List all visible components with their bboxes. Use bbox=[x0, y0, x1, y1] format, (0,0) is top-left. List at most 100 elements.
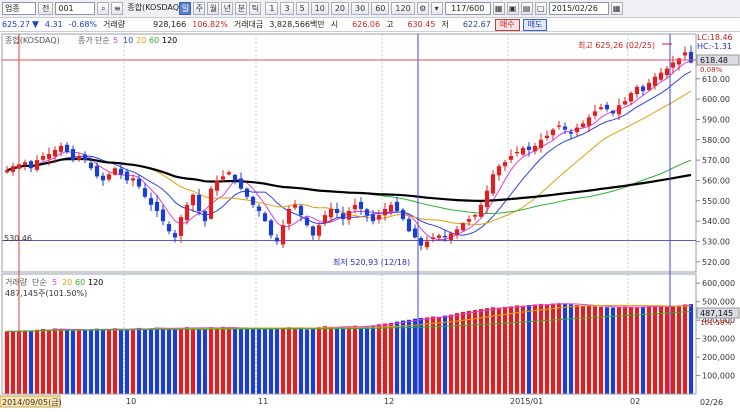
tab-year[interactable]: 년 bbox=[221, 2, 234, 15]
tick-icon[interactable]: ▾ bbox=[430, 2, 443, 15]
volume-bar bbox=[154, 327, 160, 394]
ma60-legend: 60 bbox=[149, 36, 159, 45]
volume-bar bbox=[484, 308, 490, 394]
candle-body bbox=[262, 213, 268, 222]
sell-button[interactable]: 매도 bbox=[522, 18, 548, 31]
volume-bar bbox=[580, 305, 586, 394]
volume-bar bbox=[586, 305, 592, 394]
candle-body bbox=[556, 125, 562, 127]
toolbar: 업종 전 001 ⌕ ≡ 종합(KOSDAQ) 일주월년분틱 1 3 5 10 20 30… bbox=[0, 0, 740, 18]
lock-icon[interactable]: ▣ bbox=[506, 2, 519, 15]
candle-body bbox=[502, 162, 508, 167]
volume-bar bbox=[22, 330, 28, 394]
price-legend-simple: 단순 bbox=[95, 35, 110, 45]
vol-ma5-legend: 5 bbox=[52, 278, 57, 287]
volume-bar bbox=[634, 307, 640, 394]
candle-body bbox=[310, 226, 316, 236]
candle-body bbox=[190, 194, 196, 206]
candle-body bbox=[94, 165, 100, 177]
price-legend-index: 종합(KOSDAQ) bbox=[5, 36, 60, 45]
settings-icon[interactable]: ⚙ bbox=[416, 2, 429, 15]
tab-month[interactable]: 월 bbox=[207, 2, 220, 15]
window-icon[interactable]: ▢ bbox=[534, 2, 547, 15]
candle-body bbox=[682, 52, 688, 56]
candle-body bbox=[394, 201, 400, 211]
candle-body bbox=[40, 156, 46, 160]
date-input[interactable]: 2015/02/26 bbox=[548, 2, 609, 15]
price-y-tick-label: 520.00 bbox=[702, 258, 730, 267]
volume-bar bbox=[532, 304, 538, 394]
volume-bar bbox=[562, 303, 568, 394]
candle-body bbox=[472, 215, 478, 217]
mode-button[interactable]: 전 bbox=[38, 2, 54, 15]
tab-tick[interactable]: 틱 bbox=[249, 2, 262, 15]
candle-body bbox=[160, 209, 166, 222]
interval-button[interactable]: 60 bbox=[371, 2, 390, 15]
low-annotation: 최저 520,93 (12/18) bbox=[333, 257, 410, 267]
code-input[interactable]: 001 bbox=[55, 2, 96, 15]
search-icon[interactable]: ⌕ bbox=[97, 2, 110, 15]
volume-value-label: 487,145주(101.50%) bbox=[5, 289, 87, 298]
volume-bar bbox=[160, 327, 166, 394]
volume-bar bbox=[274, 328, 280, 394]
candle-body bbox=[286, 208, 292, 224]
volume-ratio: 106.82% bbox=[192, 20, 228, 29]
volume-bar bbox=[196, 328, 202, 394]
interval-button[interactable]: 3 bbox=[280, 2, 294, 15]
volume-last-pct: 101.50% bbox=[700, 319, 731, 327]
volume-bar bbox=[604, 307, 610, 394]
candle-body bbox=[10, 166, 16, 172]
page-counter[interactable]: 117/600 bbox=[444, 2, 491, 15]
candle-body bbox=[34, 160, 40, 170]
buy-button[interactable]: 매수 bbox=[494, 18, 520, 31]
volume-bar bbox=[376, 324, 382, 394]
candle-body bbox=[232, 174, 238, 181]
chart-icon[interactable]: ▤ bbox=[520, 2, 533, 15]
volume-bar bbox=[334, 327, 340, 394]
candle-body bbox=[352, 204, 358, 210]
volume-bar bbox=[304, 329, 310, 394]
volume-bar bbox=[4, 331, 10, 394]
volume-bar bbox=[124, 329, 130, 394]
trade-value-label: 거래대금 bbox=[233, 20, 264, 29]
interval-button[interactable]: 20 bbox=[330, 2, 350, 15]
candle-body bbox=[580, 123, 586, 127]
interval-button[interactable]: 1 bbox=[265, 2, 279, 15]
candle-body bbox=[388, 204, 394, 212]
volume-bar bbox=[526, 305, 532, 394]
volume-bar bbox=[250, 328, 256, 394]
market-select[interactable]: 업종 bbox=[2, 2, 36, 15]
candle-body bbox=[4, 170, 10, 173]
grid-icon[interactable]: ▦ bbox=[492, 2, 505, 15]
tab-week[interactable]: 주 bbox=[193, 2, 206, 15]
list-icon[interactable]: ≡ bbox=[111, 2, 124, 15]
volume-bar bbox=[322, 326, 328, 394]
candle-body bbox=[28, 161, 34, 169]
quote-bar: 625.27 ▼ 4.31 -0.68% 거래량 928,166 106.82%… bbox=[0, 18, 740, 32]
volume-bar bbox=[364, 326, 370, 394]
calendar-icon[interactable]: ▦ bbox=[610, 2, 623, 15]
high-label: 고 bbox=[386, 20, 394, 29]
candle-body bbox=[274, 237, 280, 242]
interval-button[interactable]: 30 bbox=[351, 2, 370, 15]
candle-body bbox=[370, 214, 376, 222]
candle-body bbox=[256, 206, 262, 211]
month-label: 2015/01 bbox=[510, 397, 543, 406]
tab-minute[interactable]: 분 bbox=[235, 2, 248, 15]
volume-y-tick-label: 100,000 bbox=[702, 372, 735, 381]
candle-body bbox=[304, 217, 310, 226]
volume-bar bbox=[688, 304, 694, 394]
chart-area[interactable]: 520.00 530.00 540.00 550.00 560.00 570.00 580.… bbox=[0, 32, 740, 412]
candle-body bbox=[376, 215, 382, 220]
candle-body bbox=[52, 149, 58, 157]
interval-button[interactable]: 5 bbox=[295, 2, 309, 15]
tab-day[interactable]: 일 bbox=[179, 2, 192, 15]
candle-body bbox=[220, 176, 226, 180]
interval-button[interactable]: 10 bbox=[310, 2, 329, 15]
interval-button[interactable]: 120 bbox=[391, 2, 415, 15]
month-label: 12 bbox=[384, 397, 394, 406]
month-label: 10 bbox=[126, 397, 136, 406]
candle-body bbox=[640, 86, 646, 91]
candle-body bbox=[520, 147, 526, 155]
candle-body bbox=[622, 101, 628, 105]
